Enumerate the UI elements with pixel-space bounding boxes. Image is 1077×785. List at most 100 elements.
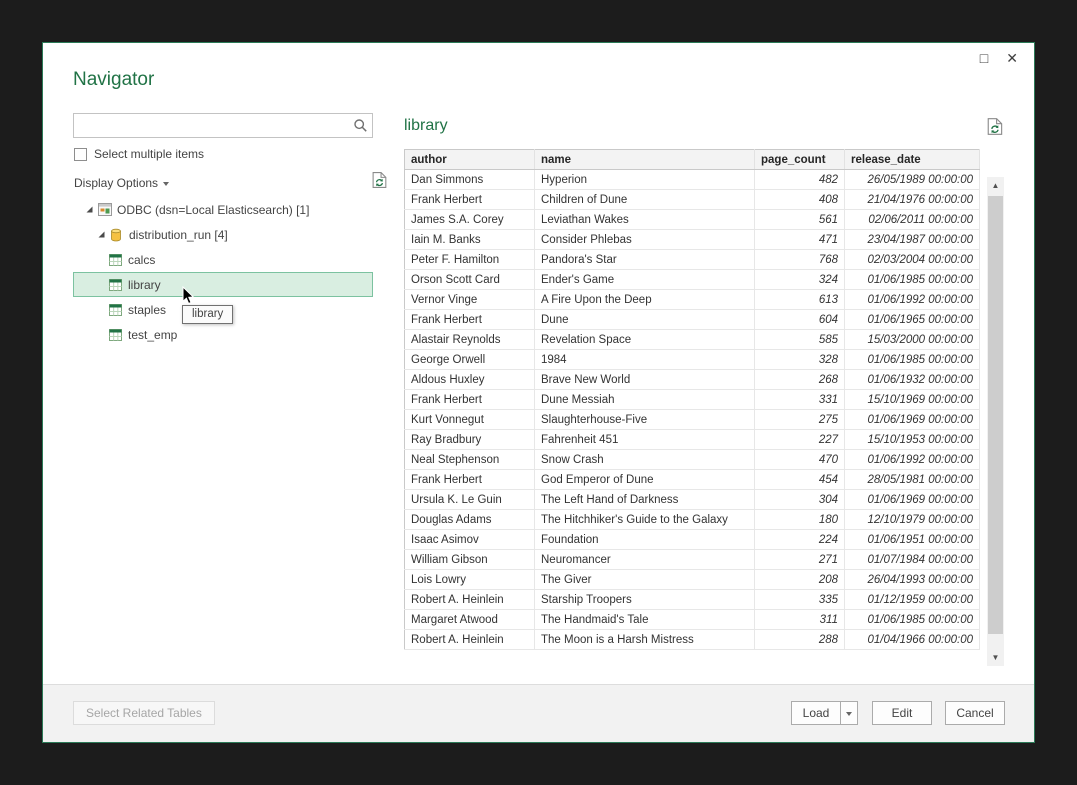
cell: Children of Dune [535, 190, 755, 210]
cell: 613 [755, 290, 845, 310]
cell: 324 [755, 270, 845, 290]
cell: 471 [755, 230, 845, 250]
cell: The Left Hand of Darkness [535, 490, 755, 510]
cell: 768 [755, 250, 845, 270]
tree-item-calcs[interactable]: calcs [73, 247, 373, 272]
cell: 604 [755, 310, 845, 330]
cell: 01/06/1969 00:00:00 [845, 490, 980, 510]
table-row: Isaac AsimovFoundation22401/06/1951 00:0… [405, 530, 980, 550]
cell: God Emperor of Dune [535, 470, 755, 490]
cell: 328 [755, 350, 845, 370]
cell: 01/04/1966 00:00:00 [845, 630, 980, 650]
cell: Iain M. Banks [405, 230, 535, 250]
search-icon[interactable] [348, 114, 372, 137]
tree-item-test_emp[interactable]: test_emp [73, 322, 373, 347]
cell: George Orwell [405, 350, 535, 370]
cell: Robert A. Heinlein [405, 630, 535, 650]
tree-item-library[interactable]: library [73, 272, 373, 297]
cell: 268 [755, 370, 845, 390]
display-options-dropdown[interactable]: Display Options [74, 176, 169, 190]
table-row: Aldous HuxleyBrave New World26801/06/193… [405, 370, 980, 390]
expand-arrow-icon[interactable] [85, 205, 98, 214]
table-icon [109, 304, 125, 316]
cell: 28/05/1981 00:00:00 [845, 470, 980, 490]
table-row: Dan SimmonsHyperion48226/05/1989 00:00:0… [405, 170, 980, 190]
cell: 01/06/1932 00:00:00 [845, 370, 980, 390]
maximize-icon[interactable]: □ [980, 50, 988, 66]
cancel-button[interactable]: Cancel [945, 701, 1005, 725]
display-options-label: Display Options [74, 176, 158, 190]
cell: 470 [755, 450, 845, 470]
tree-item-distribution_run[interactable]: distribution_run [4] [73, 222, 373, 247]
cell: 288 [755, 630, 845, 650]
cell: Aldous Huxley [405, 370, 535, 390]
table-row: Kurt VonnegutSlaughterhouse-Five27501/06… [405, 410, 980, 430]
cell: 311 [755, 610, 845, 630]
scroll-up-icon[interactable]: ▲ [987, 177, 1004, 194]
table-row: Iain M. BanksConsider Phlebas47123/04/19… [405, 230, 980, 250]
edit-button[interactable]: Edit [872, 701, 932, 725]
cell: Dan Simmons [405, 170, 535, 190]
cell: 26/04/1993 00:00:00 [845, 570, 980, 590]
expand-arrow-icon[interactable] [97, 230, 110, 239]
footer-bar: Select Related Tables Load Edit Cancel [43, 684, 1034, 742]
close-icon[interactable]: ✕ [1006, 50, 1018, 66]
cell: 15/10/1953 00:00:00 [845, 430, 980, 450]
search-input[interactable] [74, 115, 348, 136]
cell: Ursula K. Le Guin [405, 490, 535, 510]
window-controls: □ ✕ [980, 50, 1018, 66]
cell: Slaughterhouse-Five [535, 410, 755, 430]
table-row: Lois LowryThe Giver20826/04/1993 00:00:0… [405, 570, 980, 590]
cell: Revelation Space [535, 330, 755, 350]
tree-item-label: test_emp [128, 328, 177, 342]
refresh-tree-button[interactable] [372, 171, 388, 194]
cell: 01/06/1985 00:00:00 [845, 270, 980, 290]
cell: Peter F. Hamilton [405, 250, 535, 270]
select-related-tables-button[interactable]: Select Related Tables [73, 701, 215, 725]
select-multiple-label[interactable]: Select multiple items [94, 147, 204, 161]
cell: Neuromancer [535, 550, 755, 570]
preview-scrollbar[interactable]: ▲ ▼ [987, 177, 1004, 666]
table-row: Robert A. HeinleinThe Moon is a Harsh Mi… [405, 630, 980, 650]
preview-table-wrap: authornamepage_countrelease_date Dan Sim… [404, 149, 980, 650]
table-icon [109, 329, 125, 341]
preview-table-body: Dan SimmonsHyperion48226/05/1989 00:00:0… [405, 170, 980, 650]
select-multiple-row: Select multiple items [74, 147, 204, 161]
load-button[interactable]: Load [792, 702, 840, 724]
select-multiple-checkbox[interactable] [74, 148, 87, 161]
cell: The Moon is a Harsh Mistress [535, 630, 755, 650]
scroll-down-icon[interactable]: ▼ [987, 649, 1004, 666]
refresh-preview-button[interactable] [987, 117, 1004, 141]
column-header-author: author [405, 150, 535, 170]
table-row: Ursula K. Le GuinThe Left Hand of Darkne… [405, 490, 980, 510]
cell: Dune Messiah [535, 390, 755, 410]
table-row: Frank HerbertDune Messiah33115/10/1969 0… [405, 390, 980, 410]
navigator-tree: ODBC (dsn=Local Elasticsearch) [1] distri… [73, 197, 373, 347]
cell: 15/03/2000 00:00:00 [845, 330, 980, 350]
cell: 01/07/1984 00:00:00 [845, 550, 980, 570]
tree-item-label: ODBC (dsn=Local Elasticsearch) [1] [117, 203, 309, 217]
load-dropdown-button[interactable] [840, 702, 857, 724]
table-row: George Orwell198432801/06/1985 00:00:00 [405, 350, 980, 370]
chevron-down-icon [163, 182, 169, 186]
cell: Ray Bradbury [405, 430, 535, 450]
cell: 271 [755, 550, 845, 570]
cell: 01/06/1965 00:00:00 [845, 310, 980, 330]
cell: Alastair Reynolds [405, 330, 535, 350]
cell: Margaret Atwood [405, 610, 535, 630]
scrollbar-thumb[interactable] [988, 196, 1003, 634]
cell: 331 [755, 390, 845, 410]
search-box [73, 113, 373, 138]
database-icon [110, 228, 126, 242]
cell: Lois Lowry [405, 570, 535, 590]
table-row: Ray BradburyFahrenheit 45122715/10/1953 … [405, 430, 980, 450]
column-header-page_count: page_count [755, 150, 845, 170]
cell: Vernor Vinge [405, 290, 535, 310]
cell: 01/06/1969 00:00:00 [845, 410, 980, 430]
cell: Snow Crash [535, 450, 755, 470]
cell: 227 [755, 430, 845, 450]
cell: 224 [755, 530, 845, 550]
table-row: Frank HerbertGod Emperor of Dune45428/05… [405, 470, 980, 490]
tree-item-odbc[interactable]: ODBC (dsn=Local Elasticsearch) [1] [73, 197, 373, 222]
table-row: Margaret AtwoodThe Handmaid's Tale31101/… [405, 610, 980, 630]
